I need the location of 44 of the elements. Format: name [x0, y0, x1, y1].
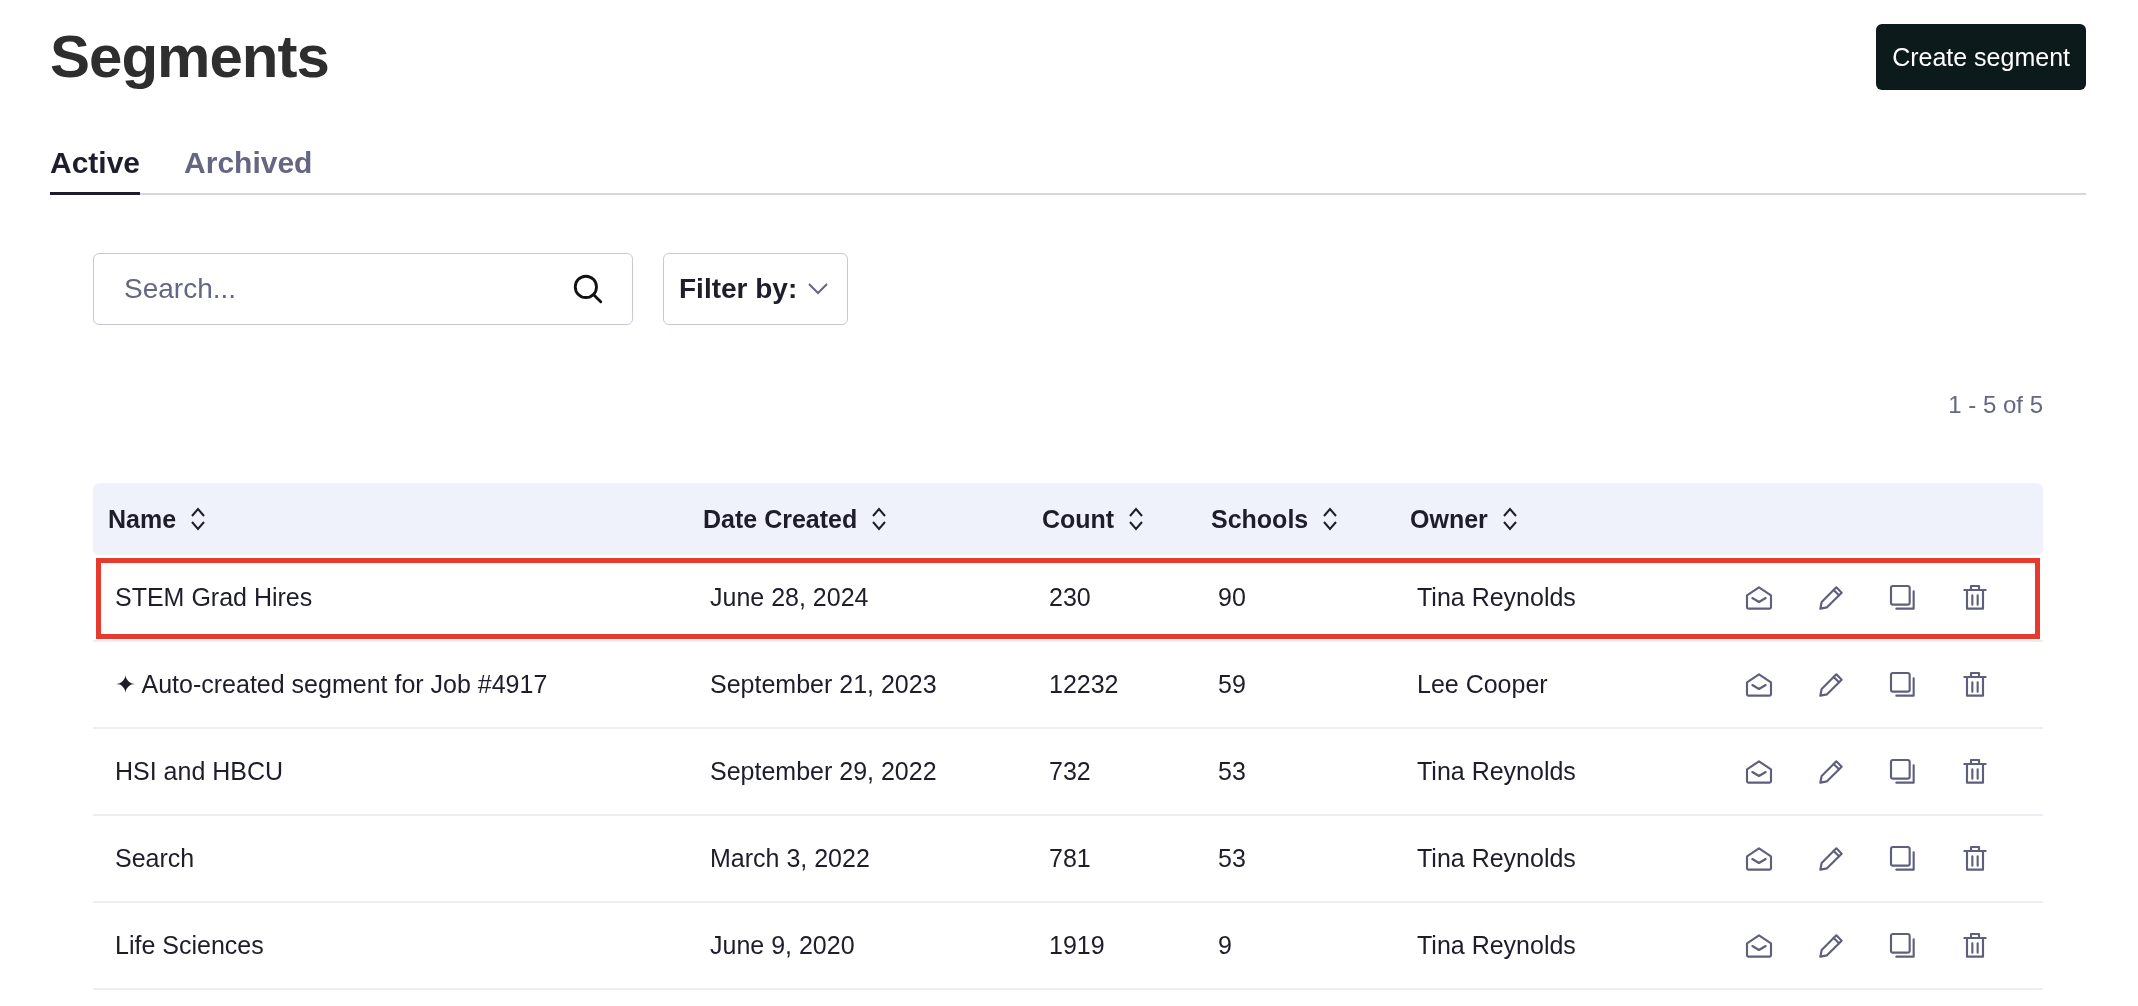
table-cell-text: 781 [1048, 844, 1092, 873]
table-cell-text: Search [114, 844, 196, 873]
chevron-down-icon [807, 282, 830, 296]
column-header[interactable]: Date Created [688, 483, 903, 555]
table-cell-text: Lee Cooper [1416, 670, 1549, 699]
sort-icon [190, 506, 207, 532]
sort-icon [1501, 506, 1518, 532]
table-cell-text: Life Sciences [114, 931, 265, 960]
table-cell-text: 230 [1048, 583, 1092, 612]
table-cell-text: Tina Reynolds [1416, 583, 1577, 612]
search-icon [571, 272, 605, 306]
table-cell-text: STEM Grad Hires [114, 583, 314, 612]
table-cell-text: 1919 [1048, 931, 1106, 960]
table-cell-text: June 9, 2020 [709, 931, 856, 960]
table-cell-text: 9 [1217, 931, 1233, 960]
table-cell-text: Tina Reynolds [1416, 931, 1577, 960]
table-cell-text: September 21, 2023 [709, 670, 938, 699]
sort-icon [871, 506, 888, 532]
table-cell-text: Tina Reynolds [1416, 844, 1577, 873]
table-cell-text: June 28, 2024 [709, 583, 870, 612]
sort-icon [1128, 506, 1145, 532]
create-segment-button[interactable]: Create segment [1876, 24, 2086, 90]
table-cell-text: ✦ Auto-created segment for Job #4917 [114, 670, 549, 699]
tab[interactable]: Archived [184, 146, 313, 195]
table-cell-text: September 29, 2022 [709, 757, 938, 786]
table-cell-text: HSI and HBCU [114, 757, 285, 786]
pagination-count: 1 - 5 of 5 [1948, 391, 2044, 419]
sort-icon [1322, 506, 1339, 532]
table-cell-text: 53 [1217, 844, 1247, 873]
table-cell-text: 59 [1217, 670, 1247, 699]
table-cell-text: 53 [1217, 757, 1247, 786]
table-cell-text: March 3, 2022 [709, 844, 871, 873]
column-header[interactable]: Schools [1196, 483, 1354, 555]
column-header[interactable]: Owner [1395, 483, 1533, 555]
column-header[interactable]: Count [1027, 483, 1160, 555]
tab[interactable]: Active [50, 146, 141, 195]
table-cell-text: 12232 [1048, 670, 1120, 699]
filter-dropdown[interactable]: Filter by: [663, 253, 849, 325]
table-cell-text: 90 [1217, 583, 1247, 612]
search-field[interactable]: Search... [93, 253, 633, 325]
column-header[interactable]: Name [93, 483, 222, 555]
page-title: Segments [50, 22, 329, 92]
table-cell-text: 732 [1048, 757, 1092, 786]
table-cell-text: Tina Reynolds [1416, 757, 1577, 786]
